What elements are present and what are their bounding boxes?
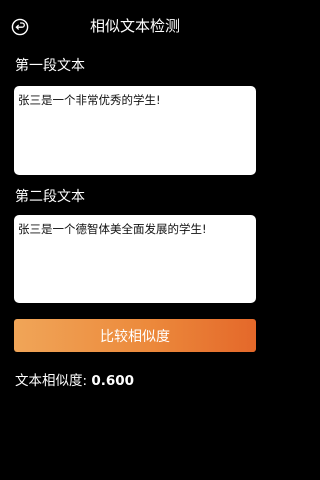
second-text-input[interactable]: 张三是一个德智体美全面发展的学生!	[14, 215, 256, 303]
first-text-input[interactable]: 张三是一个非常优秀的学生!	[14, 86, 256, 175]
similarity-result: 文本相似度: 0.600	[15, 372, 134, 390]
header-bar: 相似文本检测	[0, 0, 270, 52]
similarity-result-value: 0.600	[91, 373, 135, 389]
compare-similarity-button[interactable]: 比较相似度	[14, 319, 256, 352]
second-text-label: 第二段文本	[15, 189, 85, 205]
first-text-label: 第一段文本	[15, 58, 85, 74]
page-title: 相似文本检测	[89, 17, 180, 35]
compare-button-label: 比较相似度	[100, 328, 170, 345]
similarity-result-label: 文本相似度:	[15, 373, 92, 389]
